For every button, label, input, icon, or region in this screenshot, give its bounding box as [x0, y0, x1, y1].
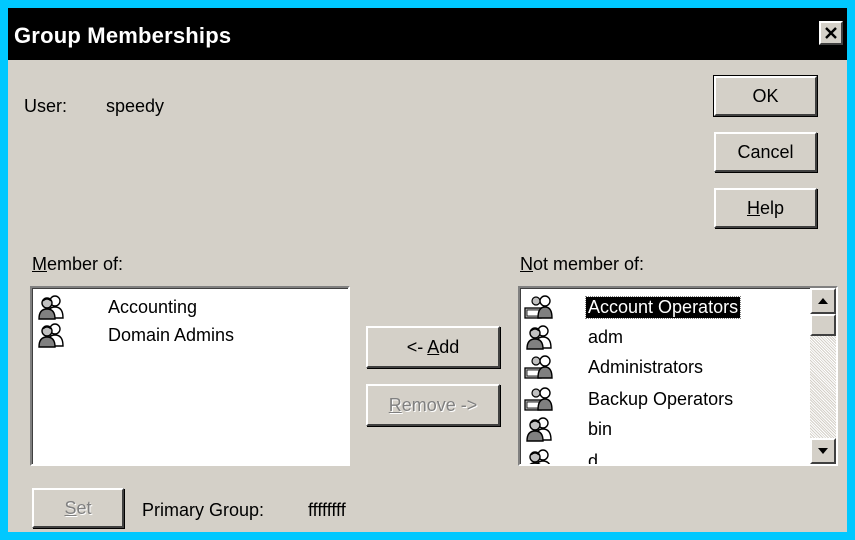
help-button-label: Help [746, 197, 785, 218]
group-icon [524, 448, 554, 466]
list-item[interactable]: d [524, 446, 600, 466]
add-button[interactable]: <- Add [366, 326, 500, 368]
remove-button-label: Remove -> [388, 394, 478, 415]
list-item-label: Administrators [588, 356, 704, 377]
local-group-icon [524, 294, 554, 320]
primary-group-value: ffffffff [308, 500, 346, 520]
scroll-down-button[interactable] [810, 438, 836, 464]
member-of-label: Member of: [32, 254, 124, 274]
group-icon [36, 322, 66, 348]
primary-group-label: Primary Group: [142, 500, 265, 520]
not-member-of-label: Not member of: [520, 254, 645, 274]
list-item-label: adm [588, 326, 624, 347]
cancel-button[interactable]: Cancel [714, 132, 817, 172]
title-bar: Group Memberships [8, 8, 847, 60]
list-item[interactable]: Administrators [524, 352, 705, 382]
user-label: User: [24, 96, 68, 116]
list-item[interactable]: adm [524, 322, 625, 352]
member-of-list[interactable]: Accounting Domain Admins [30, 286, 350, 466]
list-item-label: Accounting [108, 296, 198, 317]
list-item-label: Domain Admins [108, 324, 235, 345]
close-icon [825, 27, 837, 39]
list-item-label: bin [588, 418, 613, 439]
list-item-label: Backup Operators [588, 388, 734, 409]
group-icon [524, 416, 554, 442]
scroll-up-button[interactable] [810, 288, 836, 314]
set-button-label: Set [64, 497, 92, 518]
arrow-up-icon [818, 298, 828, 304]
cancel-button-label: Cancel [737, 141, 794, 162]
arrow-down-icon [818, 448, 828, 454]
dialog-title: Group Memberships [14, 23, 232, 48]
group-icon [524, 324, 554, 350]
list-item[interactable]: Domain Admins [36, 320, 236, 350]
local-group-icon [524, 354, 554, 380]
list-item[interactable]: Backup Operators [524, 384, 735, 414]
list-item-selected[interactable]: Account Operators [524, 292, 742, 322]
scroll-thumb[interactable] [810, 314, 836, 336]
list-item-label: d [588, 450, 599, 466]
list-item-label: Account Operators [584, 295, 742, 319]
vertical-scrollbar[interactable] [810, 288, 836, 464]
ok-button[interactable]: OK [713, 75, 818, 117]
list-item[interactable]: Accounting [36, 292, 199, 322]
group-memberships-dialog: Group Memberships User: speedy OK Cancel… [8, 8, 847, 532]
user-value: speedy [106, 96, 165, 116]
set-button[interactable]: Set [32, 488, 124, 528]
list-item[interactable]: bin [524, 414, 614, 444]
local-group-icon [524, 386, 554, 412]
remove-button[interactable]: Remove -> [366, 384, 500, 426]
help-button[interactable]: Help [714, 188, 817, 228]
not-member-of-list[interactable]: Account Operators adm Administrators Bac… [518, 286, 838, 466]
add-button-label: <- Add [406, 336, 460, 357]
ok-button-label: OK [752, 85, 779, 106]
close-button[interactable] [819, 21, 843, 45]
group-icon [36, 294, 66, 320]
